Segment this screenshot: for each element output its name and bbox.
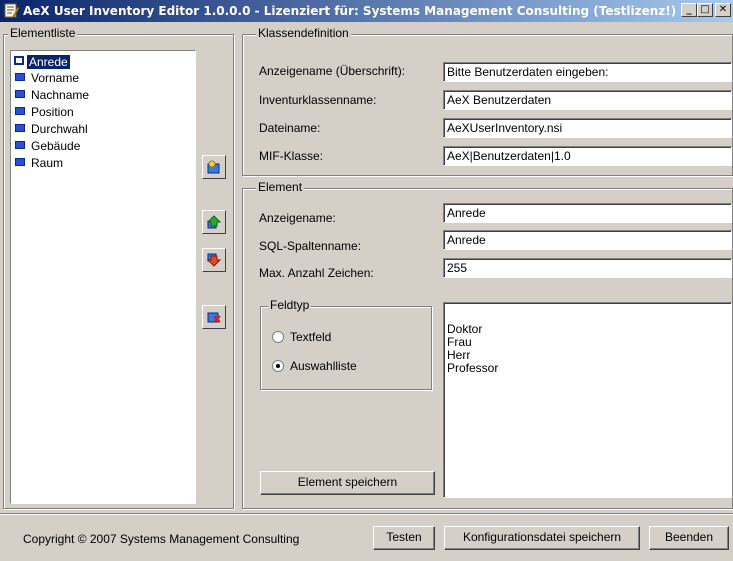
dateiname-label: Dateiname: xyxy=(259,121,321,135)
list-item[interactable]: Position xyxy=(15,105,74,120)
sql-spaltenname-field[interactable]: Anrede xyxy=(443,230,732,250)
close-button[interactable]: ✕ xyxy=(715,3,731,17)
element-anzeigename-field[interactable]: Anrede xyxy=(443,203,732,223)
maximize-button[interactable]: □ xyxy=(697,3,713,17)
element-listbox[interactable]: Anrede Vorname Nachname Position Durchwa… xyxy=(10,50,196,504)
arrow-up-icon xyxy=(207,215,221,229)
move-up-button[interactable] xyxy=(202,210,226,234)
element-icon xyxy=(15,107,25,115)
dateiname-field[interactable]: AeXUserInventory.nsi xyxy=(443,118,732,138)
element-icon xyxy=(15,73,25,81)
window-title: AeX User Inventory Editor 1.0.0.0 - Lize… xyxy=(23,4,677,18)
app-editor-icon xyxy=(4,3,19,18)
arrow-down-icon xyxy=(207,253,221,267)
delete-element-button[interactable] xyxy=(202,305,226,329)
klasse-anzeigename-field[interactable]: Bitte Benutzerdaten eingeben: xyxy=(443,62,732,82)
mifklasse-label: MIF-Klasse: xyxy=(259,149,324,163)
list-item[interactable]: Durchwahl xyxy=(15,122,88,137)
inventurklassenname-label: Inventurklassenname: xyxy=(259,93,377,107)
element-icon xyxy=(15,90,25,98)
new-element-icon xyxy=(207,160,220,174)
element-icon xyxy=(15,158,25,166)
element-legend: Element xyxy=(256,180,305,194)
klassendefinition-legend: Klassendefinition xyxy=(256,26,351,40)
beenden-button[interactable]: Beenden xyxy=(649,526,729,550)
feldtyp-group xyxy=(260,306,432,390)
delete-element-icon xyxy=(207,312,221,323)
copyright-text: Copyright © 2007 Systems Management Cons… xyxy=(23,532,300,546)
inventurklassenname-field[interactable]: AeX Benutzerdaten xyxy=(443,90,732,110)
element-speichern-button[interactable]: Element speichern xyxy=(260,471,435,495)
element-icon xyxy=(15,124,25,132)
max-zeichen-label: Max. Anzahl Zeichen: xyxy=(259,266,374,280)
elementliste-legend: Elementliste xyxy=(8,26,78,40)
max-zeichen-field[interactable]: 255 xyxy=(443,258,732,278)
testen-button[interactable]: Testen xyxy=(373,526,435,550)
element-icon xyxy=(14,56,24,65)
minimize-icon: _ xyxy=(686,4,692,15)
auswahlliste-label[interactable]: Auswahlliste xyxy=(290,359,357,373)
option-item: Frau xyxy=(447,335,472,349)
minimize-button[interactable]: _ xyxy=(681,3,697,17)
close-icon: ✕ xyxy=(718,4,728,15)
list-item[interactable]: Raum xyxy=(15,156,63,171)
auswahl-options-list[interactable]: Doktor Frau Herr Professor xyxy=(443,302,732,498)
konfigurationsdatei-speichern-button[interactable]: Konfigurationsdatei speichern xyxy=(444,526,640,550)
move-down-button[interactable] xyxy=(202,248,226,272)
option-item: Doktor xyxy=(447,322,483,336)
option-item: Professor xyxy=(447,361,499,375)
mifklasse-field[interactable]: AeX|Benutzerdaten|1.0 xyxy=(443,146,732,166)
textfeld-label[interactable]: Textfeld xyxy=(290,330,331,344)
element-icon xyxy=(15,141,25,149)
new-element-button[interactable] xyxy=(202,155,226,179)
sql-spaltenname-label: SQL-Spaltenname: xyxy=(259,239,362,253)
list-item[interactable]: Vorname xyxy=(15,71,79,86)
feldtyp-legend: Feldtyp xyxy=(268,298,312,312)
option-item: Herr xyxy=(447,348,471,362)
auswahlliste-radio[interactable] xyxy=(272,360,284,372)
element-anzeigename-label: Anzeigename: xyxy=(259,211,336,225)
list-item[interactable]: Gebäude xyxy=(15,139,80,154)
title-bar[interactable]: AeX User Inventory Editor 1.0.0.0 - Lize… xyxy=(0,0,733,22)
list-item[interactable]: Anrede xyxy=(14,55,70,70)
textfeld-radio[interactable] xyxy=(272,331,284,343)
footer-divider xyxy=(0,513,733,515)
list-item[interactable]: Nachname xyxy=(15,88,89,103)
klasse-anzeigename-label: Anzeigename (Überschrift): xyxy=(259,64,406,78)
maximize-icon: □ xyxy=(700,4,710,15)
